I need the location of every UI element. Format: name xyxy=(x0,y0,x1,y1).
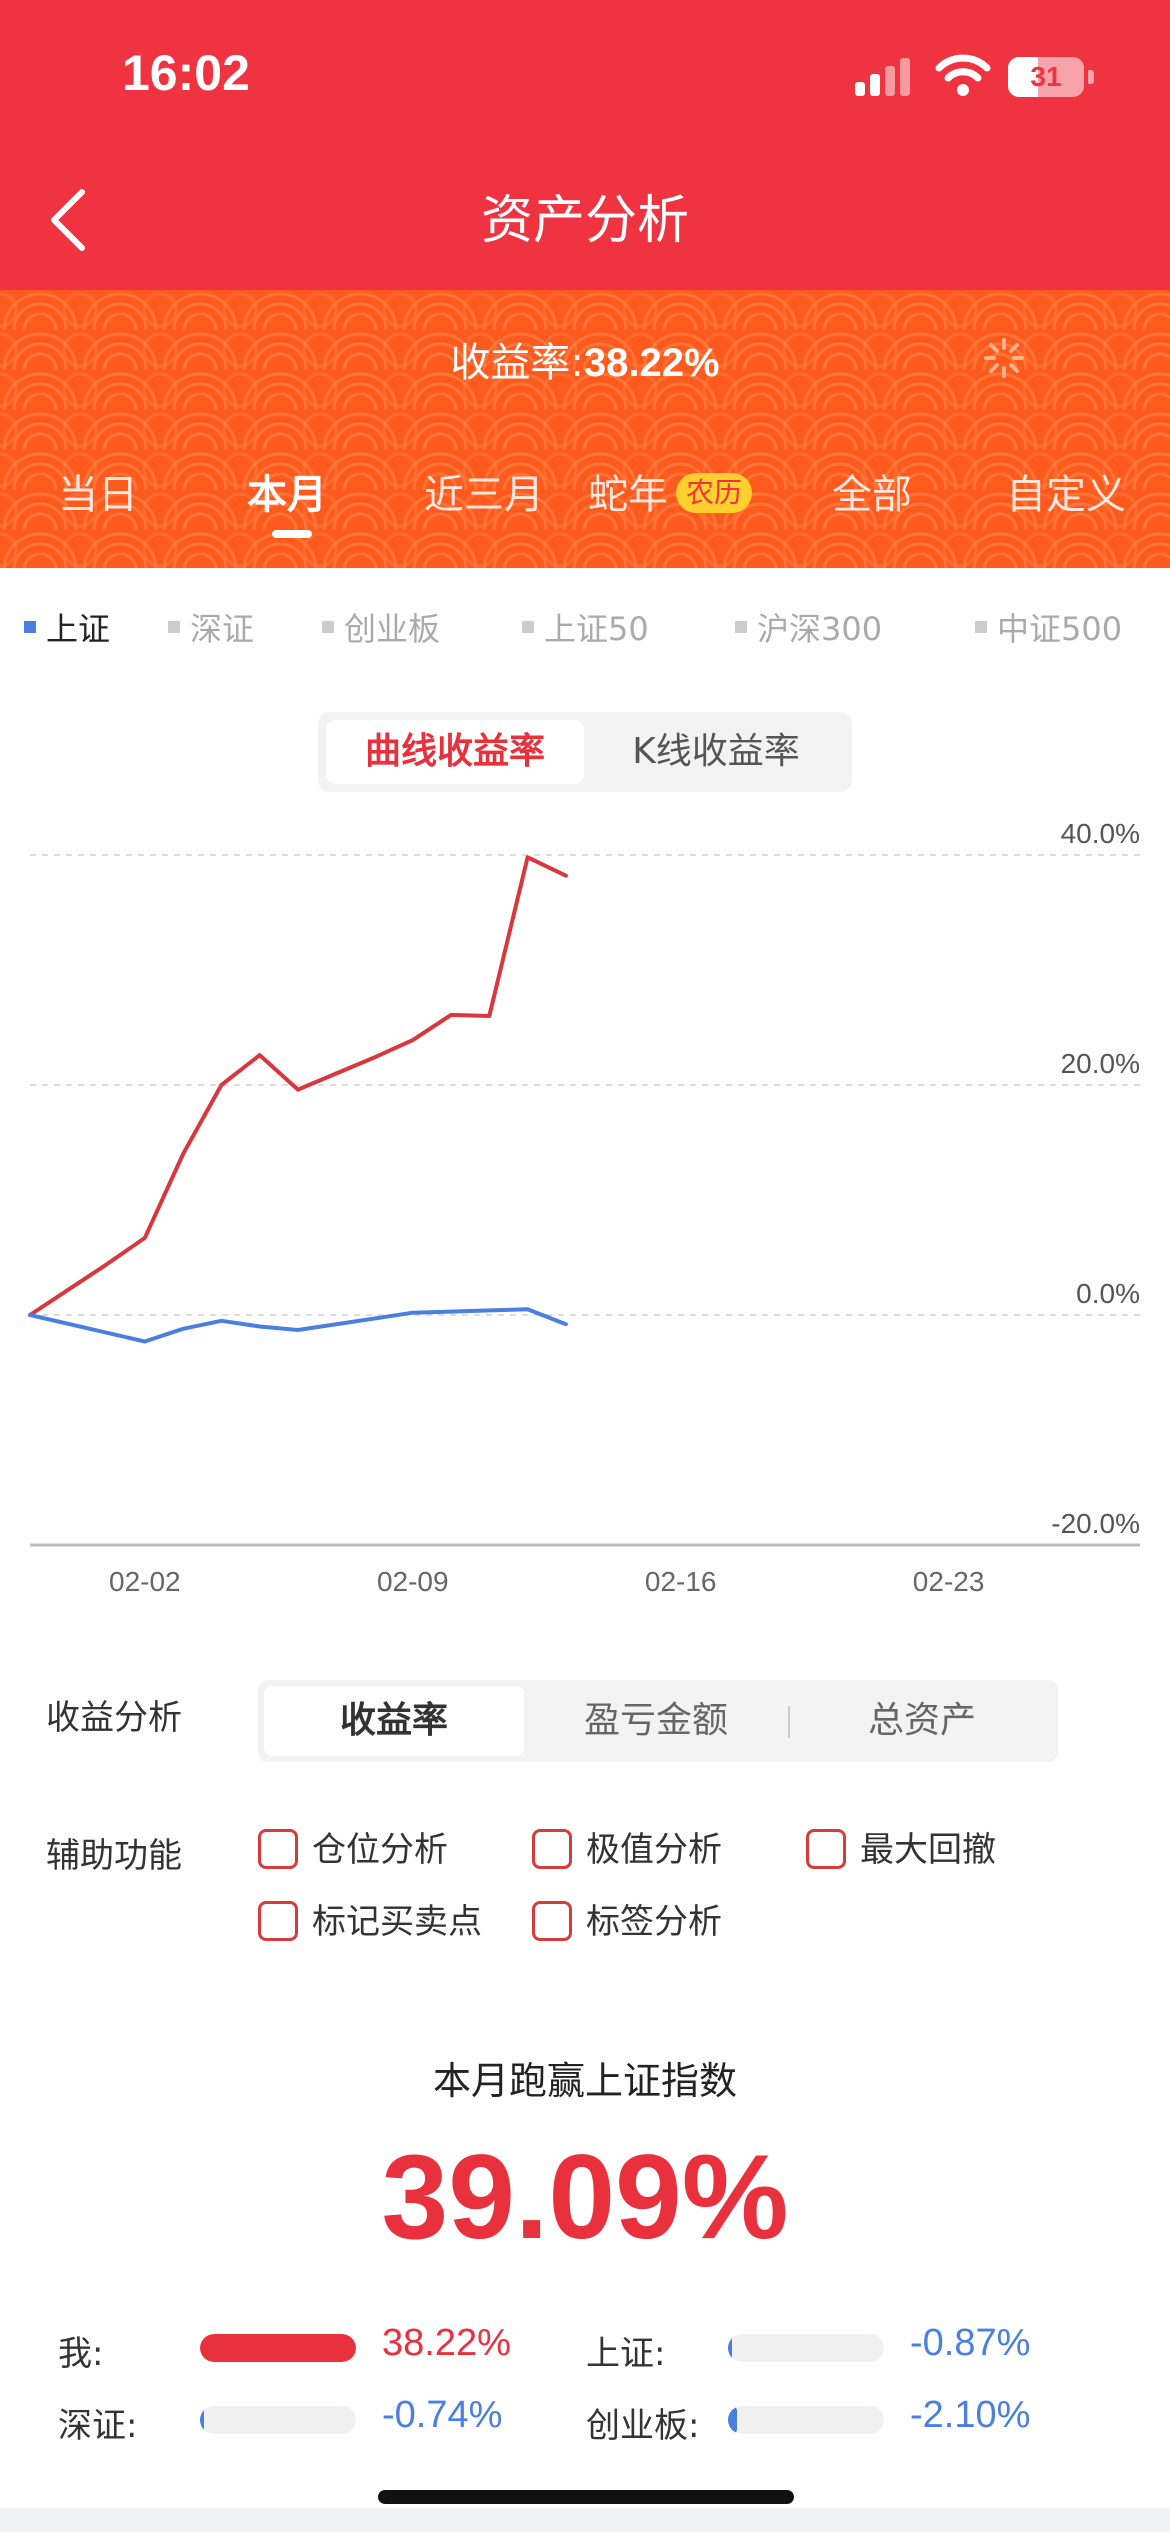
x-tick-label: 02-23 xyxy=(913,1566,985,1597)
index-cyb-label: 创业板 xyxy=(344,610,441,648)
status-bar: 16:02 31 xyxy=(0,0,1170,150)
checkbox-icon xyxy=(806,1828,846,1869)
tab-snake-year-label: 蛇年 xyxy=(588,472,668,518)
beat-index-value: 39.09% xyxy=(381,2130,789,2264)
index-sz-label: 深证 xyxy=(190,610,255,648)
period-banner: 收益率:38.22% 当日 本月 近三月 蛇年 农历 全部 自定义 xyxy=(0,290,1170,568)
tab-snake-year[interactable]: 蛇年 农历 xyxy=(588,462,753,520)
cmp-cyb-value: -2.10% xyxy=(910,2394,1031,2436)
tab-yield-rate[interactable]: 收益率 xyxy=(264,1686,524,1756)
checkbox-icon xyxy=(258,1828,298,1869)
cmp-sh-label: 上证: xyxy=(586,2334,666,2374)
cmp-sh-value: -0.87% xyxy=(910,2322,1031,2364)
index-zz500-label: 中证500 xyxy=(997,610,1123,648)
cmp-cyb-label: 创业板: xyxy=(586,2406,700,2446)
tag-analysis-label: 标签分析 xyxy=(586,1902,722,1942)
cmp-sz-label: 深证: xyxy=(58,2406,138,2446)
position-analysis-label: 仓位分析 xyxy=(312,1830,448,1870)
cmp-sh-bar xyxy=(728,2334,884,2362)
analysis-tabs: 收益率 盈亏金额 总资产 xyxy=(258,1680,1058,1762)
cmp-me-value: 38.22% xyxy=(382,2322,511,2364)
tab-profit-loss[interactable]: 盈亏金额 xyxy=(528,1686,784,1756)
analysis-label: 收益分析 xyxy=(46,1698,182,1738)
tab-this-month[interactable]: 本月 xyxy=(247,462,327,520)
checkbox-icon xyxy=(258,1900,298,1941)
chart-type-toggle: 曲线收益率 K线收益率 xyxy=(318,712,852,792)
battery-icon: 31 xyxy=(1008,57,1084,97)
checkbox-icon xyxy=(532,1828,572,1869)
x-tick-label: 02-16 xyxy=(645,1566,717,1597)
status-time: 16:02 xyxy=(122,45,250,101)
tab-three-months[interactable]: 近三月 xyxy=(424,462,544,520)
index-cyb[interactable]: 创业板 xyxy=(322,604,440,650)
bottom-strip xyxy=(0,2508,1170,2532)
cmp-cyb-fill xyxy=(728,2406,737,2434)
cellular-signal-icon xyxy=(855,56,915,96)
x-tick-label: 02-02 xyxy=(109,1566,181,1597)
tag-analysis-checkbox[interactable]: 标签分析 xyxy=(532,1900,722,1944)
tab-today[interactable]: 当日 xyxy=(58,462,138,520)
index-zz500[interactable]: 中证500 xyxy=(975,604,1122,650)
beat-index-title: 本月跑赢上证指数 xyxy=(432,2059,737,2103)
cmp-me-label: 我: xyxy=(58,2334,104,2374)
index-sz[interactable]: 深证 xyxy=(168,604,254,650)
wifi-icon xyxy=(935,54,991,96)
my-yield-line xyxy=(28,855,568,1317)
active-tab-indicator xyxy=(272,530,312,538)
max-drawdown-label: 最大回撤 xyxy=(860,1830,996,1870)
tab-all[interactable]: 全部 xyxy=(832,462,912,520)
index-sh50-label: 上证50 xyxy=(544,610,649,648)
battery-level: 31 xyxy=(1030,61,1062,92)
app-screen: 16:02 31 资产分析 收益率:38.22% 当日 本月 近三月 蛇年 农历… xyxy=(0,0,1170,2532)
cmp-cyb-bar xyxy=(728,2406,884,2434)
yield-label: 收益率: xyxy=(450,340,584,386)
max-drawdown-checkbox[interactable]: 最大回撤 xyxy=(806,1828,996,1872)
x-tick-label: 02-09 xyxy=(377,1566,449,1597)
index-hs300[interactable]: 沪深300 xyxy=(735,604,882,650)
kline-yield-option[interactable]: K线收益率 xyxy=(588,720,844,784)
cmp-sz-bar xyxy=(200,2406,356,2434)
index-sh-label: 上证 xyxy=(46,610,111,648)
curve-yield-option[interactable]: 曲线收益率 xyxy=(326,720,584,784)
y-tick-label: 0.0% xyxy=(1076,1278,1140,1309)
cmp-me-fill xyxy=(200,2334,356,2362)
yield-chart: 40.0% 20.0% 0.0% -20.0% 02-02 02-09 02-16 02-23 xyxy=(28,818,1140,1597)
cmp-sh-fill xyxy=(728,2334,732,2362)
lunar-badge: 农历 xyxy=(676,473,753,513)
cmp-me-bar xyxy=(200,2334,356,2362)
tab-divider xyxy=(788,1706,790,1738)
checkbox-icon xyxy=(532,1900,572,1941)
assist-label: 辅助功能 xyxy=(46,1836,182,1876)
cmp-sz-fill xyxy=(200,2406,204,2434)
tab-custom[interactable]: 自定义 xyxy=(1006,462,1126,520)
home-indicator[interactable] xyxy=(378,2490,794,2504)
y-tick-label: 20.0% xyxy=(1061,1048,1140,1079)
loading-icon xyxy=(984,338,1024,378)
index-hs300-label: 沪深300 xyxy=(757,610,883,648)
index-sh50[interactable]: 上证50 xyxy=(522,604,649,650)
nav-bar: 资产分析 xyxy=(0,150,1170,290)
yield-value: 38.22% xyxy=(583,341,720,385)
position-analysis-checkbox[interactable]: 仓位分析 xyxy=(258,1828,448,1872)
y-tick-label: 40.0% xyxy=(1061,818,1140,849)
trade-points-checkbox[interactable]: 标记买卖点 xyxy=(258,1900,482,1944)
cmp-sz-value: -0.74% xyxy=(382,2394,503,2436)
page-title: 资产分析 xyxy=(480,191,689,251)
extreme-analysis-label: 极值分析 xyxy=(586,1830,722,1870)
index-sh[interactable]: 上证 xyxy=(24,604,110,650)
extreme-analysis-checkbox[interactable]: 极值分析 xyxy=(532,1828,722,1872)
index-selector: 上证 深证 创业板 上证50 沪深300 中证500 xyxy=(0,604,1170,654)
tab-total-assets[interactable]: 总资产 xyxy=(792,1686,1052,1756)
y-tick-label: -20.0% xyxy=(1051,1508,1140,1539)
trade-points-label: 标记买卖点 xyxy=(312,1902,482,1942)
